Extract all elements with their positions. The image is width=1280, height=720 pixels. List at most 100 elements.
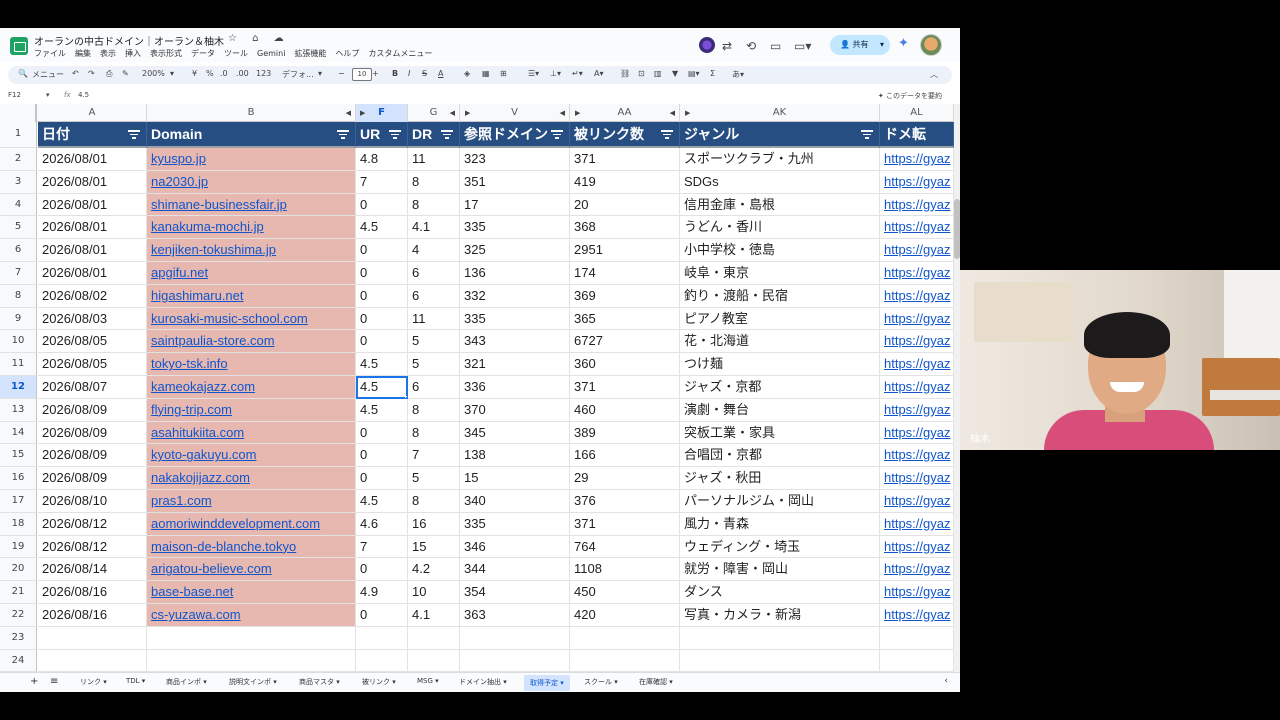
comments-icon[interactable]: ▭ — [770, 39, 781, 53]
backlinks-cell[interactable]: 365 — [570, 307, 680, 331]
row-number[interactable]: 21 — [0, 581, 37, 604]
transfer-link[interactable]: https://gyaz — [880, 512, 954, 536]
ref-domains-cell[interactable]: 136 — [460, 262, 570, 285]
fill-color-icon[interactable]: ◈ — [464, 69, 470, 78]
header-ur[interactable]: UR — [356, 122, 408, 148]
gemini-gem-icon[interactable] — [699, 37, 715, 53]
ref-domains-cell[interactable]: 340 — [460, 490, 570, 513]
ur-cell[interactable]: 4.5 — [356, 490, 408, 513]
number-format[interactable]: 123 — [256, 69, 271, 78]
row-number[interactable]: 24 — [0, 649, 37, 673]
ref-domains-cell[interactable]: 138 — [460, 444, 570, 468]
date-cell[interactable]: 2026/08/01 — [38, 148, 147, 171]
date-cell[interactable]: 2026/08/12 — [38, 535, 147, 559]
empty-cell[interactable] — [880, 626, 954, 650]
name-box[interactable]: F12 — [8, 91, 21, 99]
filter-icon[interactable] — [661, 130, 673, 139]
genre-cell[interactable]: ウェディング・埼玉 — [680, 535, 880, 559]
row-number[interactable]: 17 — [0, 490, 37, 513]
column-header-ak[interactable]: ▶ AK — [680, 104, 880, 122]
strikethrough-icon[interactable]: S — [422, 69, 427, 78]
ref-domains-cell[interactable]: 346 — [460, 535, 570, 559]
dr-cell[interactable]: 10 — [408, 581, 460, 604]
genre-cell[interactable]: SDGs — [680, 170, 880, 194]
row-number[interactable]: 19 — [0, 535, 37, 559]
menu-item[interactable]: 拡張機能 — [294, 49, 326, 58]
row-number[interactable]: 13 — [0, 398, 37, 422]
transfer-link[interactable]: https://gyaz — [880, 558, 954, 582]
genre-cell[interactable]: うどん・香川 — [680, 216, 880, 240]
menu-item[interactable]: Gemini — [257, 49, 285, 58]
filter-icon[interactable] — [441, 130, 453, 139]
insert-link-icon[interactable]: ⛓ — [620, 69, 630, 78]
print-icon[interactable]: ⎙ — [106, 69, 112, 79]
menu-item[interactable]: データ — [191, 49, 215, 58]
ur-cell[interactable]: 4.8 — [356, 148, 408, 171]
date-cell[interactable]: 2026/08/09 — [38, 444, 147, 468]
date-cell[interactable]: 2026/08/01 — [38, 262, 147, 285]
transfer-link[interactable]: https://gyaz — [880, 581, 954, 604]
column-header-v[interactable]: ▶ V ◀ — [460, 104, 570, 122]
domain-link[interactable]: higashimaru.net — [147, 284, 356, 308]
ur-cell[interactable]: 0 — [356, 193, 408, 217]
summarize-data-button[interactable]: ✦ このデータを要約 — [878, 91, 942, 101]
empty-cell[interactable] — [356, 626, 408, 650]
ur-cell[interactable]: 7 — [356, 535, 408, 559]
row-number[interactable]: 20 — [0, 558, 37, 582]
account-avatar[interactable] — [920, 34, 942, 56]
selected-cell[interactable]: 4.5 — [356, 376, 408, 399]
domain-link[interactable]: kyuspo.jp — [147, 148, 356, 171]
dr-cell[interactable]: 4.1 — [408, 216, 460, 240]
date-cell[interactable]: 2026/08/09 — [38, 467, 147, 490]
backlinks-cell[interactable]: 29 — [570, 467, 680, 490]
date-cell[interactable]: 2026/08/10 — [38, 490, 147, 513]
ref-domains-cell[interactable]: 336 — [460, 376, 570, 399]
insert-comment-icon[interactable]: ⊡ — [638, 69, 645, 78]
column-header-aa[interactable]: ▶ AA ◀ — [570, 104, 680, 122]
dr-cell[interactable]: 5 — [408, 467, 460, 490]
video-tile[interactable]: 柚木 — [960, 270, 1280, 450]
sheet-tab[interactable]: 在庫確認 ▾ — [639, 677, 673, 687]
row-number[interactable]: 2 — [0, 148, 37, 171]
transfer-link[interactable]: https://gyaz — [880, 421, 954, 445]
ref-domains-cell[interactable]: 335 — [460, 307, 570, 331]
row-number[interactable]: 5 — [0, 216, 37, 240]
filter-icon[interactable]: ▼ — [672, 69, 678, 78]
dr-cell[interactable]: 11 — [408, 307, 460, 331]
date-cell[interactable]: 2026/08/05 — [38, 353, 147, 376]
sheets-logo-icon[interactable] — [10, 37, 28, 55]
empty-cell[interactable] — [680, 626, 880, 650]
hidden-columns-left-icon[interactable]: ◀ — [346, 104, 351, 122]
backlinks-cell[interactable]: 460 — [570, 398, 680, 422]
sheet-tab[interactable]: 商品マスタ ▾ — [299, 677, 340, 687]
zoom-chevron-icon[interactable]: ▾ — [170, 69, 174, 78]
ref-domains-cell[interactable]: 325 — [460, 239, 570, 262]
meet-icon[interactable]: ▭▾ — [794, 39, 811, 53]
add-sheet-icon[interactable]: + — [30, 676, 38, 687]
date-cell[interactable]: 2026/08/12 — [38, 512, 147, 536]
insert-chart-icon[interactable]: ▥ — [654, 69, 662, 78]
percent-format[interactable]: % — [206, 69, 214, 78]
hidden-columns-right-icon[interactable]: ▶ — [575, 104, 580, 122]
row-number[interactable]: 16 — [0, 467, 37, 490]
row-number[interactable]: 6 — [0, 239, 37, 262]
backlinks-cell[interactable]: 2951 — [570, 239, 680, 262]
column-header-g[interactable]: G ◀ — [408, 104, 460, 122]
genre-cell[interactable]: 演劇・舞台 — [680, 398, 880, 422]
decrease-decimal[interactable]: .0 — [220, 69, 228, 78]
filter-icon[interactable] — [128, 130, 140, 139]
column-header-al[interactable]: AL — [880, 104, 954, 122]
ref-domains-cell[interactable]: 343 — [460, 330, 570, 354]
domain-link[interactable]: aomoriwinddevelopment.com — [147, 512, 356, 536]
ur-cell[interactable]: 4.5 — [356, 216, 408, 240]
horizontal-align-icon[interactable]: ☰▾ — [528, 69, 539, 78]
font-size-decrease-icon[interactable]: − — [338, 69, 345, 78]
domain-link[interactable]: cs-yuzawa.com — [147, 604, 356, 627]
formula-input[interactable]: 4.5 — [78, 91, 89, 99]
dr-cell[interactable]: 4.2 — [408, 558, 460, 582]
ref-domains-cell[interactable]: 321 — [460, 353, 570, 376]
sheet-tab[interactable]: ドメイン抽出 ▾ — [459, 677, 507, 687]
backlinks-cell[interactable]: 371 — [570, 512, 680, 536]
sheet-tab[interactable]: スクール ▾ — [584, 677, 618, 687]
header-backlinks[interactable]: 被リンク数 — [570, 122, 680, 148]
